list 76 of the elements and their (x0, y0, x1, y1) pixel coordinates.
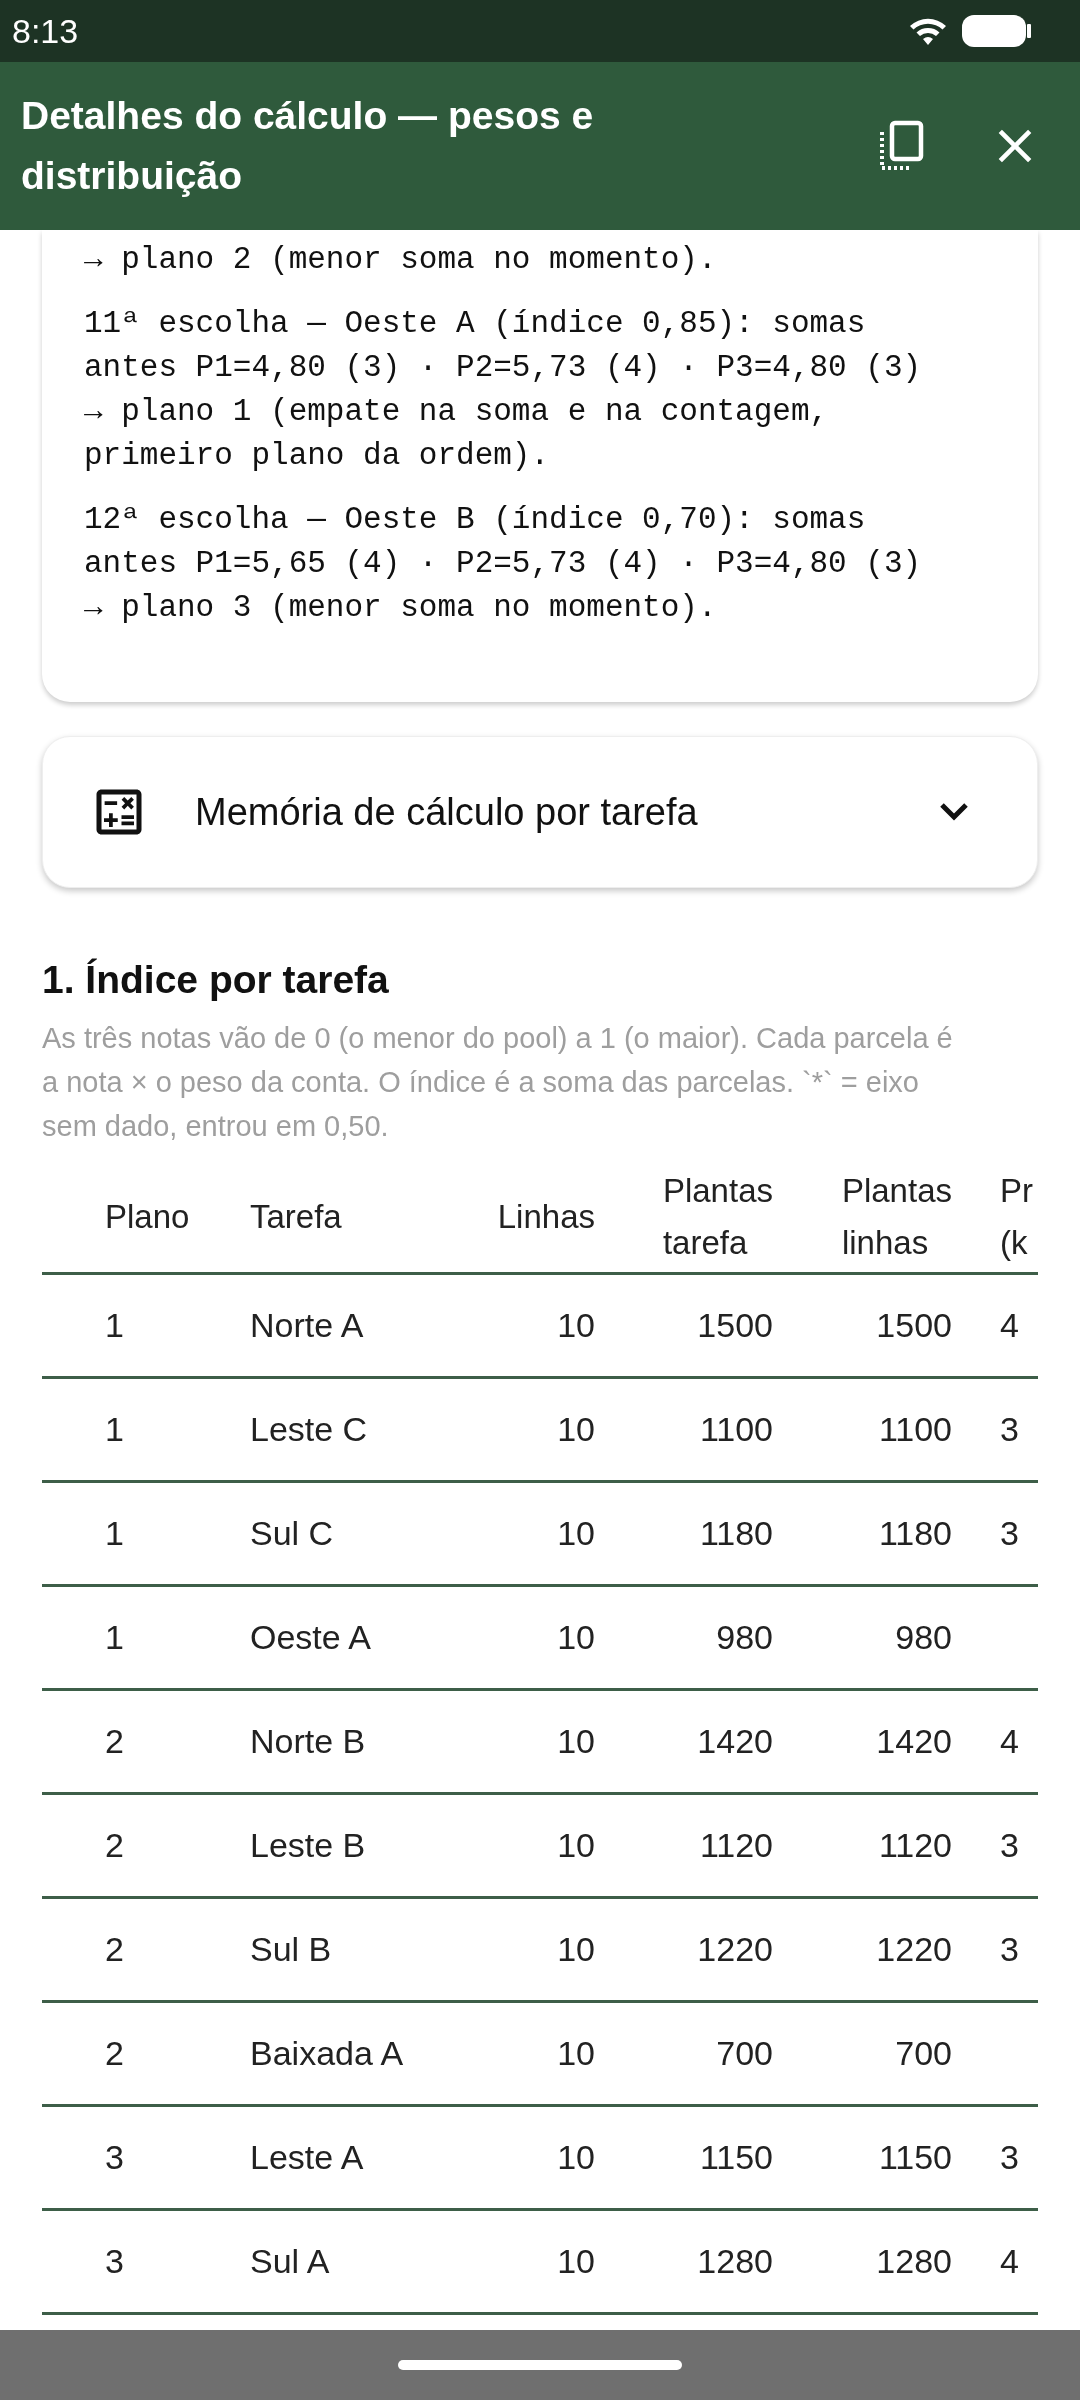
table-cell-text: 10 (557, 2137, 595, 2178)
table-cell-text: 1150 (699, 2137, 773, 2178)
column-header: Linhas (497, 1197, 595, 1237)
table-cell-text: 1150 (878, 2137, 952, 2178)
expander-label: Memória de cálculo por tarefa (195, 789, 698, 835)
table-cell-text: 700 (895, 2033, 952, 2074)
table-cell-text: 1180 (878, 1513, 952, 1554)
clock: 8:13 (12, 10, 79, 52)
table-cell-text: 1120 (878, 1825, 952, 1866)
table-cell-text: Leste B (250, 1825, 366, 1866)
table-cell-text: 1420 (876, 1721, 952, 1762)
table-cell-text: 4 (1000, 2241, 1019, 2282)
battery-icon (962, 14, 1032, 48)
column-header: Plano (105, 1197, 190, 1237)
calculation-expander[interactable]: Memória de cálculo por tarefa (42, 736, 1038, 888)
log-entry: 11ª escolha — Oeste A (índice 0,85): somas antes P1=4,80 (3) · P2=5,73 (4) · P3=4,80 (3) → plano 1 (empate na soma e na contagem, primeiro plano da ordem). (84, 305, 923, 475)
table-cell-text: 1100 (878, 1409, 952, 1450)
table-cell-text: 10 (557, 1617, 595, 1658)
table-cell-text: Norte B (250, 1721, 366, 1762)
table-cell-text: Norte A (250, 1305, 364, 1346)
table-cell-text: 980 (895, 1617, 952, 1658)
table-cell-text: 1500 (697, 1305, 773, 1346)
table-cell-text: 700 (716, 2033, 773, 2074)
table-cell-text: 1280 (697, 2241, 773, 2282)
table-cell-text: 2 (105, 1929, 124, 1970)
table-cell-text: 1180 (699, 1513, 773, 1554)
table-cell-text: 1420 (697, 1721, 773, 1762)
table-cell-text: 1 (105, 1305, 124, 1346)
table-cell-text: Sul B (250, 1929, 332, 1970)
table-cell-text: 4 (1000, 1305, 1019, 1346)
log-entry: → plano 2 (menor soma no momento). (84, 241, 718, 279)
table-cell-text: 2 (105, 1721, 124, 1762)
table-cell-text: Leste C (250, 1409, 368, 1450)
table-cell-text: 3 (1000, 2137, 1019, 2178)
rotate-screen-icon (878, 120, 924, 172)
home-handle[interactable] (398, 2360, 682, 2370)
table-cell-text: 3 (1000, 1513, 1019, 1554)
table-cell-text: Baixada A (250, 2033, 404, 2074)
column-header: Pr (k (1000, 1171, 1033, 1263)
log-entry: 12ª escolha — Oeste B (índice 0,70): somas antes P1=5,65 (4) · P2=5,73 (4) · P3=4,80 (3) → plano 3 (menor soma no momento). (84, 501, 923, 627)
section-heading: 1. Índice por tarefa (42, 957, 390, 1003)
table-cell-text: 2 (105, 2033, 124, 2074)
table-cell-text: 3 (1000, 1929, 1019, 1970)
table-cell-text: 10 (557, 1305, 595, 1346)
table-cell-text: 1 (105, 1409, 124, 1450)
table-cell-text: Sul A (250, 2241, 330, 2282)
table-cell-text: 1280 (876, 2241, 952, 2282)
table-cell-text: 1220 (697, 1929, 773, 1970)
page-title: Detalhes do cálculo — pesos e distribuição (21, 93, 595, 199)
table-cell-text: 3 (105, 2241, 124, 2282)
table-cell-text: 10 (557, 1825, 595, 1866)
table-cell-text: Leste A (250, 2137, 364, 2178)
table-cell-text: 980 (716, 1617, 773, 1658)
table-cell-text: 4 (1000, 1721, 1019, 1762)
table-cell-text: 10 (557, 2241, 595, 2282)
table-cell-text: 10 (557, 2033, 595, 2074)
column-header: Plantas tarefa (662, 1171, 773, 1263)
table-cell-text: 1 (105, 1513, 124, 1554)
table-cell-text: 1100 (699, 1409, 773, 1450)
table-cell-text: 10 (557, 1409, 595, 1450)
table-cell-text: 1120 (699, 1825, 773, 1866)
table-cell-text: 1220 (876, 1929, 952, 1970)
table-cell-text: Oeste A (250, 1617, 371, 1658)
table-cell-text: 3 (1000, 1409, 1019, 1450)
table-cell-text: 3 (105, 2137, 124, 2178)
table-cell-text: 10 (557, 1721, 595, 1762)
table-cell-text: 1500 (876, 1305, 952, 1346)
column-header: Tarefa (250, 1197, 342, 1237)
table-cell-text: 2 (105, 1825, 124, 1866)
table-cell-text: 10 (557, 1513, 595, 1554)
column-header: Plantas linhas (841, 1171, 952, 1263)
table-cell-text: Sul C (250, 1513, 334, 1554)
section-description: As três notas vão de 0 (o menor do pool) a 1 (o maior). Cada parcela é a nota × o peso da conta. O índice é a soma das parcelas. `*` = eixo sem dado, entrou em 0,50. (42, 1021, 954, 1144)
table-cell-text: 3 (1000, 1825, 1019, 1866)
table-cell-text: 1 (105, 1617, 124, 1658)
table-cell-text: 10 (557, 1929, 595, 1970)
